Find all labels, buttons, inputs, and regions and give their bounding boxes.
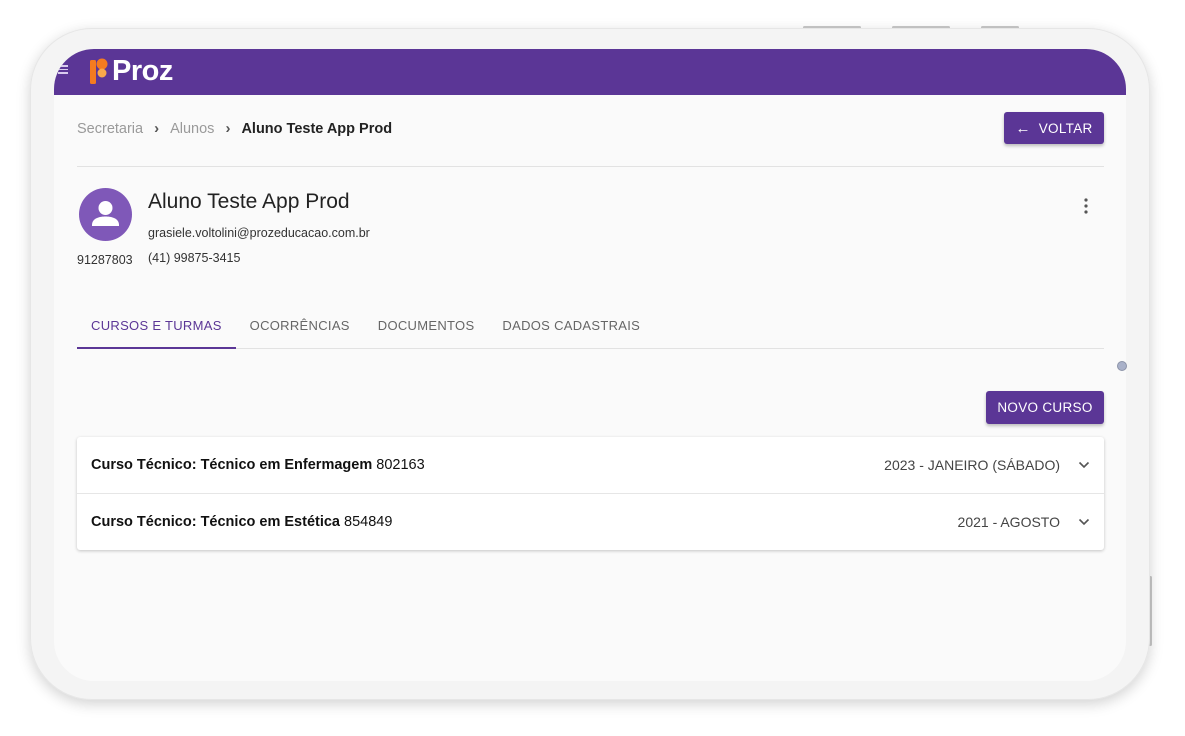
course-list: Curso Técnico: Técnico em Enfermagem 802… [77, 437, 1104, 550]
new-course-button[interactable]: NOVO CURSO [986, 391, 1104, 424]
course-row[interactable]: Curso Técnico: Técnico em Estética 85484… [77, 493, 1104, 550]
chevron-down-icon[interactable] [1078, 461, 1090, 469]
course-period: 2023 - JANEIRO (SÁBADO) [884, 457, 1060, 473]
student-name: Aluno Teste App Prod [148, 190, 350, 213]
more-vert-icon[interactable] [1082, 197, 1090, 215]
course-name: Curso Técnico: Técnico em Enfermagem [91, 457, 377, 473]
back-button[interactable]: ← VOLTAR [1004, 112, 1104, 144]
course-period: 2021 - AGOSTO [957, 514, 1060, 530]
breadcrumb-item-secretaria[interactable]: Secretaria [77, 121, 143, 137]
student-phone: (41) 99875-3415 [148, 251, 241, 265]
student-id: 91287803 [77, 253, 133, 267]
logo[interactable]: Proz [90, 55, 173, 87]
course-name: Curso Técnico: Técnico em Estética [91, 514, 345, 530]
tab-cursos-e-turmas[interactable]: CURSOS E TURMAS [77, 308, 236, 349]
course-title: Curso Técnico: Técnico em Enfermagem 802… [91, 457, 884, 473]
student-email: grasiele.voltolini@prozeducacao.com.br [148, 226, 370, 240]
arrow-left-icon: ← [1015, 119, 1031, 137]
back-button-label: VOLTAR [1038, 120, 1093, 136]
course-code: 854849 [344, 514, 393, 530]
avatar [79, 188, 132, 241]
tab-bar: CURSOS E TURMAS OCORRÊNCIAS DOCUMENTOS D… [77, 308, 1104, 349]
breadcrumb-current: Aluno Teste App Prod [241, 120, 393, 137]
top-app-bar: Proz [54, 49, 1126, 95]
tab-dados-cadastrais[interactable]: DADOS CADASTRAIS [488, 308, 654, 347]
chevron-down-icon[interactable] [1078, 518, 1090, 526]
proz-logo-icon [90, 58, 108, 84]
divider [77, 166, 1104, 167]
menu-icon[interactable] [58, 65, 68, 74]
course-row[interactable]: Curso Técnico: Técnico em Enfermagem 802… [77, 437, 1104, 493]
breadcrumb: Secretaria › Alunos › Aluno Teste App Pr… [77, 120, 392, 137]
tab-ocorrencias[interactable]: OCORRÊNCIAS [236, 308, 364, 347]
chevron-right-icon: › [225, 120, 231, 137]
app-screen: Proz Secretaria › Alunos › Aluno Teste A… [54, 49, 1126, 681]
logo-text: Proz [112, 54, 173, 87]
person-icon [92, 201, 119, 226]
tab-documentos[interactable]: DOCUMENTOS [364, 308, 489, 347]
scroll-indicator[interactable] [1117, 361, 1127, 371]
course-code: 802163 [376, 457, 425, 473]
course-title: Curso Técnico: Técnico em Estética 85484… [91, 514, 958, 530]
breadcrumb-item-alunos[interactable]: Alunos [170, 121, 214, 137]
chevron-right-icon: › [154, 120, 160, 137]
